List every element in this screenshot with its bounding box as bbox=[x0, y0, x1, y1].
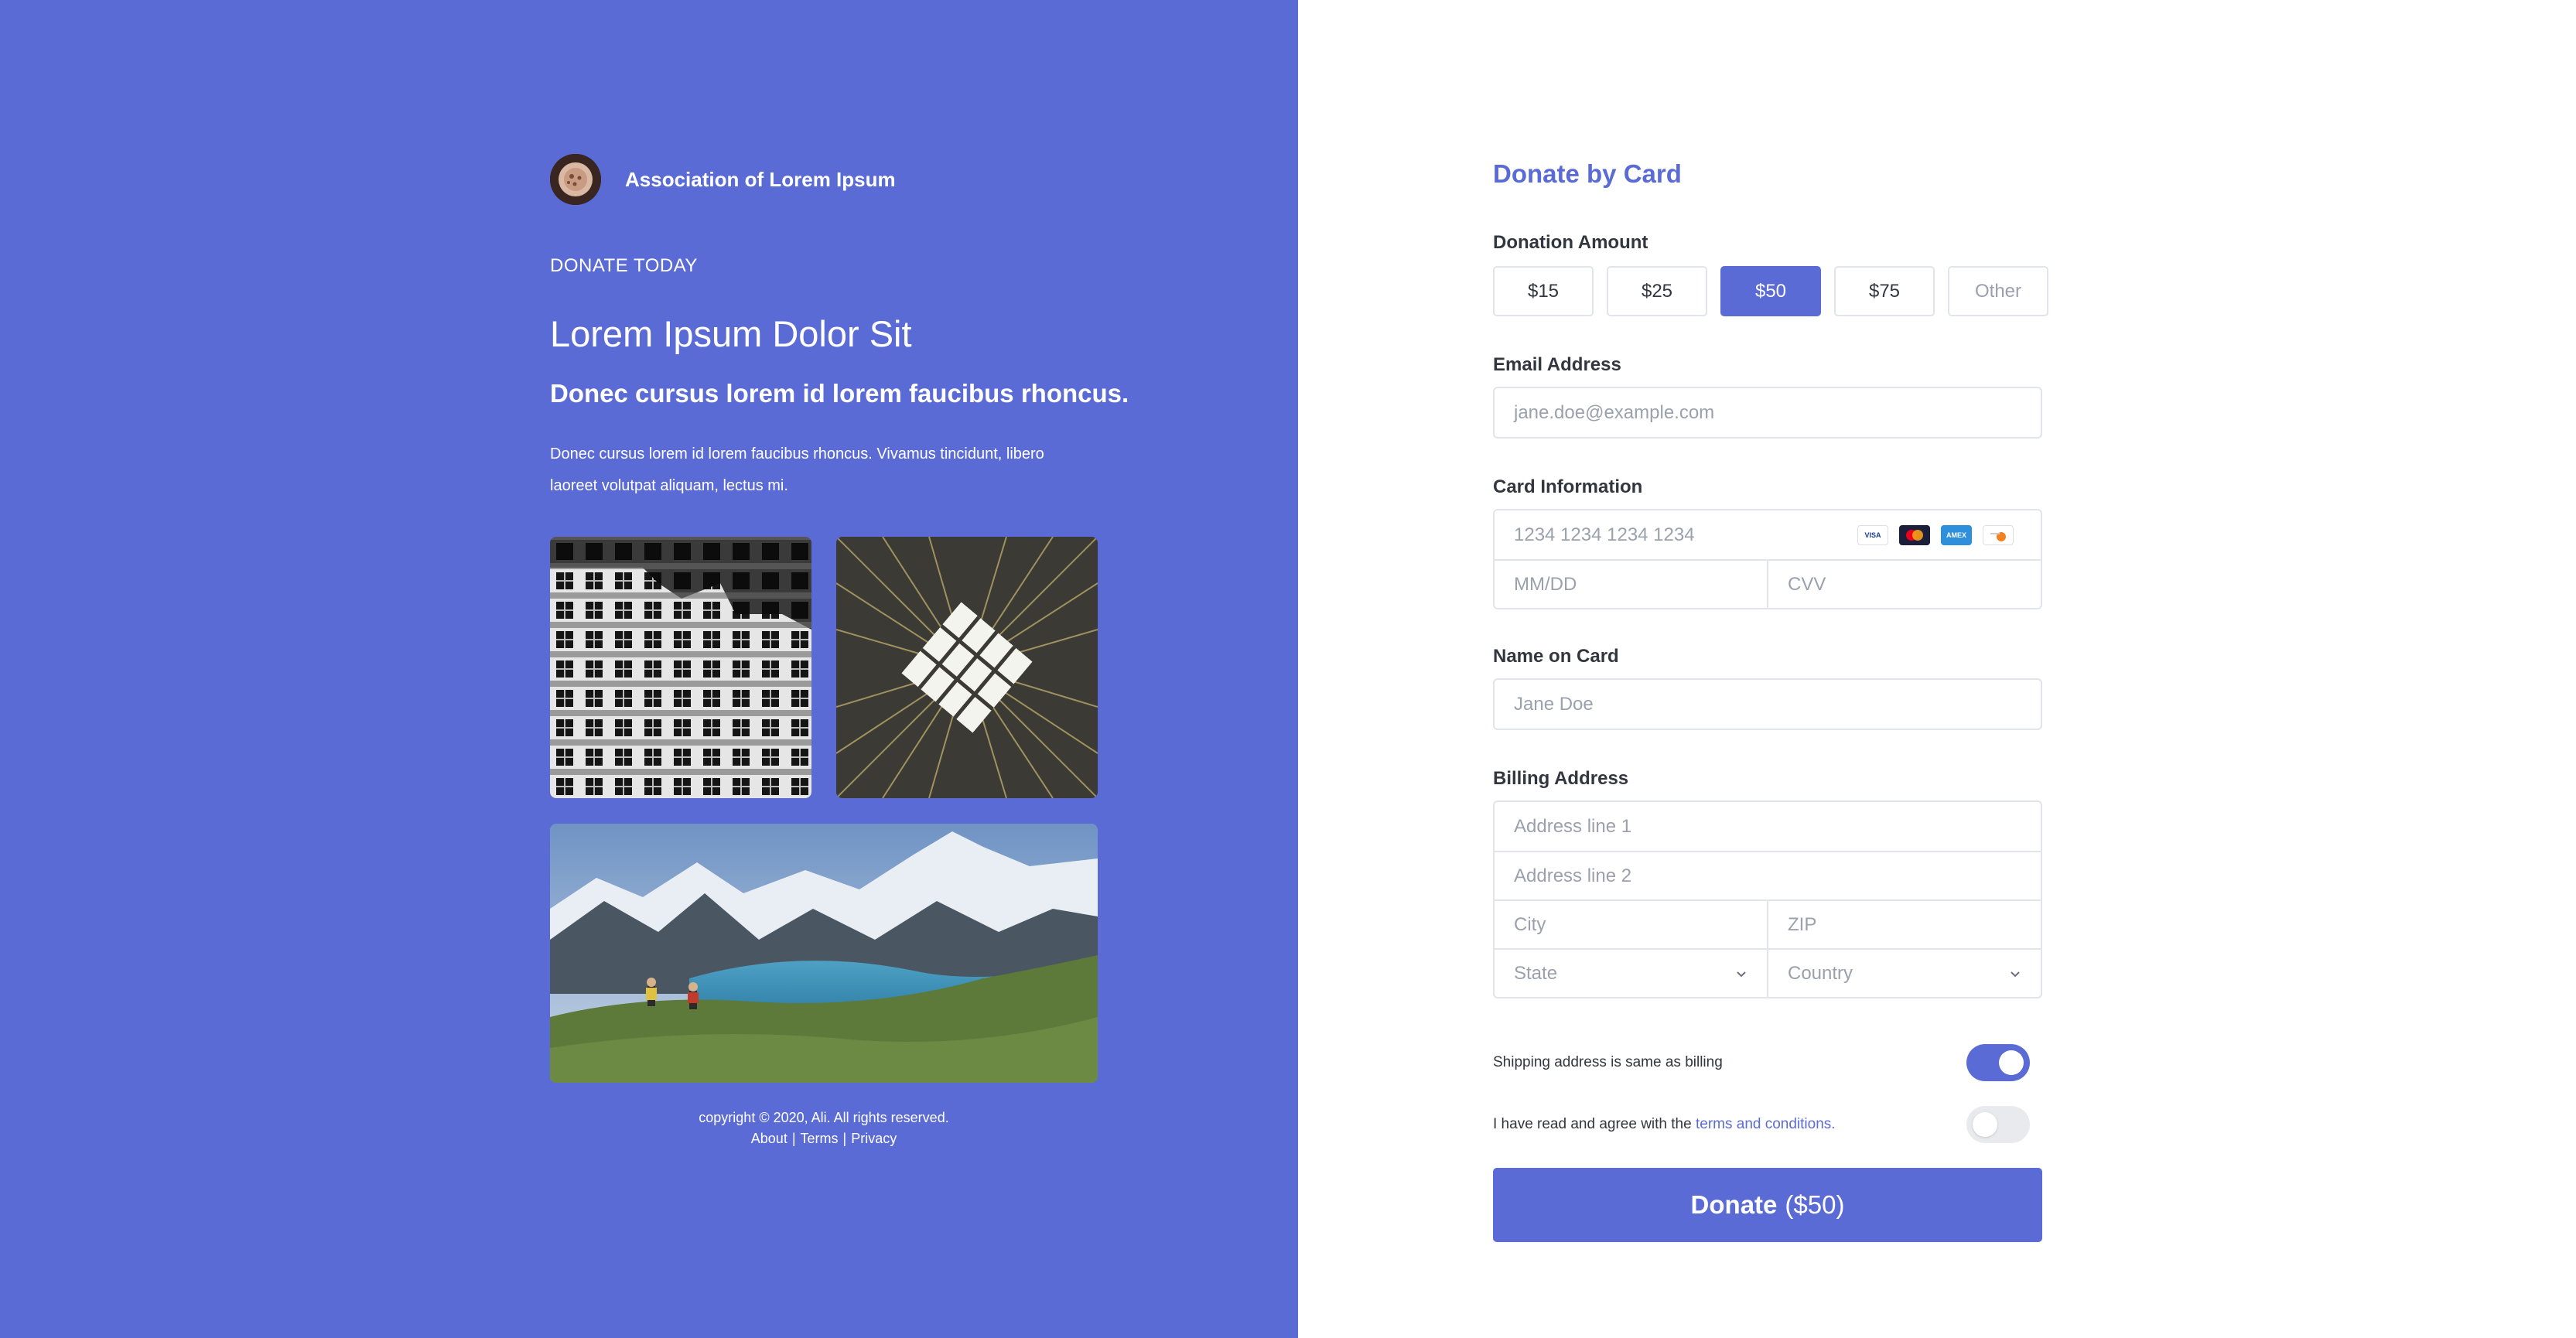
donate-button-label: Donate bbox=[1690, 1190, 1778, 1219]
terms-toggle-label: I have read and agree with the terms and… bbox=[1493, 1116, 1836, 1133]
card-number-placeholder: 1234 1234 1234 1234 bbox=[1514, 524, 1695, 545]
intro-paragraph: Donec cursus lorem id lorem faucibus rho… bbox=[550, 445, 1044, 494]
name-row: Jane Doe bbox=[1495, 680, 2041, 729]
organization-name: Association of Lorem Ipsum bbox=[625, 167, 896, 191]
card-number-input[interactable]: 1234 1234 1234 1234 VISA AMEX bbox=[1495, 510, 2041, 559]
zip-input[interactable]: ZIP bbox=[1767, 901, 2041, 948]
form-title: Donate by Card bbox=[1493, 159, 1682, 188]
privacy-link[interactable]: Privacy bbox=[851, 1131, 897, 1146]
shipping-same-as-billing-row: Shipping address is same as billing bbox=[1493, 1044, 2042, 1081]
name-input[interactable]: Jane Doe bbox=[1495, 680, 2041, 729]
copyright-text: copyright © 2020, Ali. All rights reserv… bbox=[699, 1110, 949, 1125]
building-facade-image bbox=[550, 537, 811, 798]
amount-option-25[interactable]: $25 bbox=[1607, 266, 1707, 316]
zip-placeholder: ZIP bbox=[1788, 913, 1817, 935]
toggle-knob bbox=[1973, 1112, 1997, 1137]
card-number-row: 1234 1234 1234 1234 VISA AMEX bbox=[1495, 510, 2041, 559]
amount-option-50[interactable]: $50 bbox=[1720, 266, 1821, 316]
address-line2-placeholder: Address line 2 bbox=[1514, 865, 1632, 886]
state-country-row: State Country bbox=[1495, 948, 2041, 997]
card-brand-icons: VISA AMEX bbox=[1857, 524, 2014, 545]
chevron-down-icon bbox=[2011, 971, 2020, 977]
footer-separator: | bbox=[842, 1131, 847, 1146]
mastercard-icon bbox=[1899, 524, 1930, 545]
city-zip-row: City ZIP bbox=[1495, 899, 2041, 948]
amount-option-15[interactable]: $15 bbox=[1493, 266, 1594, 316]
skylight-image bbox=[836, 537, 1098, 798]
state-select[interactable]: State bbox=[1495, 950, 1767, 997]
card-expiry-cvv-row: MM/DD CVV bbox=[1495, 559, 2041, 608]
address-line1-input[interactable]: Address line 1 bbox=[1495, 802, 2041, 851]
chevron-down-icon bbox=[1737, 971, 1746, 977]
toggle-knob bbox=[1999, 1050, 2024, 1075]
email-input[interactable]: jane.doe@example.com bbox=[1495, 388, 2041, 437]
discover-icon bbox=[1983, 524, 2014, 545]
cvv-input[interactable]: CVV bbox=[1767, 561, 2041, 608]
terms-toggle[interactable] bbox=[1966, 1106, 2030, 1143]
address-line1-placeholder: Address line 1 bbox=[1514, 815, 1632, 837]
state-placeholder: State bbox=[1514, 962, 1558, 984]
country-placeholder: Country bbox=[1788, 962, 1853, 984]
email-row: jane.doe@example.com bbox=[1495, 388, 2041, 437]
eyebrow-text: DONATE TODAY bbox=[550, 255, 698, 276]
page-title: Lorem Ipsum Dolor Sit bbox=[550, 313, 912, 354]
donate-button-amount: ($50) bbox=[1785, 1190, 1845, 1219]
footer-links: About | Terms | Privacy bbox=[550, 1128, 1098, 1149]
card-information-field: 1234 1234 1234 1234 VISA AMEX MM/DD CVV bbox=[1493, 509, 2042, 609]
amount-option-75[interactable]: $75 bbox=[1834, 266, 1935, 316]
city-input[interactable]: City bbox=[1495, 901, 1767, 948]
name-on-card-label: Name on Card bbox=[1493, 646, 1619, 667]
expiry-placeholder: MM/DD bbox=[1514, 573, 1577, 595]
footer: copyright © 2020, Ali. All rights reserv… bbox=[550, 1108, 1098, 1149]
visa-icon: VISA bbox=[1857, 524, 1888, 545]
name-placeholder: Jane Doe bbox=[1514, 693, 1594, 715]
shipping-toggle-label: Shipping address is same as billing bbox=[1493, 1054, 1723, 1070]
amex-icon: AMEX bbox=[1941, 524, 1972, 545]
organization-logo bbox=[550, 154, 601, 205]
donation-amount-label: Donation Amount bbox=[1493, 232, 1648, 253]
address-line2-input[interactable]: Address line 2 bbox=[1495, 852, 2041, 899]
card-information-label: Card Information bbox=[1493, 476, 1643, 497]
email-label: Email Address bbox=[1493, 354, 1621, 375]
billing-address-label: Billing Address bbox=[1493, 768, 1629, 789]
city-placeholder: City bbox=[1514, 913, 1546, 935]
billing-address-field: Address line 1 Address line 2 City ZIP S… bbox=[1493, 800, 2042, 998]
terms-link[interactable]: Terms bbox=[801, 1131, 839, 1146]
page-subtitle: Donec cursus lorem id lorem faucibus rho… bbox=[550, 379, 1129, 408]
amount-option-other[interactable]: Other bbox=[1948, 266, 2048, 316]
about-link[interactable]: About bbox=[751, 1131, 787, 1146]
email-field: jane.doe@example.com bbox=[1493, 387, 2042, 439]
terms-agreement-row: I have read and agree with the terms and… bbox=[1493, 1106, 2042, 1143]
hero-panel: Association of Lorem Ipsum DONATE TODAY … bbox=[0, 0, 1298, 1338]
address-line2-row: Address line 2 bbox=[1495, 851, 2041, 899]
donation-amount-options: $15 $25 $50 $75 Other bbox=[1493, 266, 2048, 316]
email-placeholder: jane.doe@example.com bbox=[1514, 401, 1715, 423]
footer-separator: | bbox=[791, 1131, 796, 1146]
terms-prefix-text: I have read and agree with the bbox=[1493, 1116, 1696, 1132]
expiry-input[interactable]: MM/DD bbox=[1495, 561, 1767, 608]
terms-link[interactable]: terms and conditions. bbox=[1696, 1116, 1836, 1132]
cvv-placeholder: CVV bbox=[1788, 573, 1826, 595]
donate-button[interactable]: Donate ($50) bbox=[1493, 1168, 2042, 1242]
name-on-card-field: Jane Doe bbox=[1493, 678, 2042, 730]
country-select[interactable]: Country bbox=[1767, 950, 2041, 997]
shipping-toggle[interactable] bbox=[1966, 1044, 2030, 1081]
organization-header: Association of Lorem Ipsum bbox=[550, 154, 896, 205]
mountain-hikers-image bbox=[550, 824, 1098, 1083]
address-line1-row: Address line 1 bbox=[1495, 802, 2041, 851]
